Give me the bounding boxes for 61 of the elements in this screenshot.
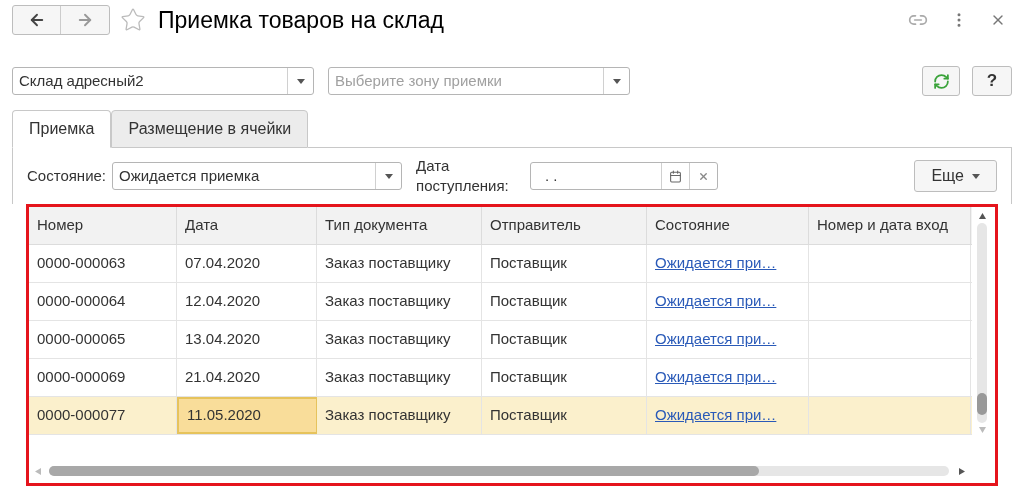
- table-cell: 21.04.2020: [177, 359, 317, 396]
- status-link[interactable]: Ожидается при…: [647, 359, 809, 396]
- caret-icon: [384, 173, 393, 179]
- window-title: Приемка товаров на склад: [158, 5, 444, 35]
- column-header[interactable]: Состояние: [647, 207, 809, 244]
- help-button[interactable]: ?: [972, 66, 1012, 96]
- date-label: Дата поступления:: [416, 156, 510, 196]
- caret-icon: [972, 173, 980, 179]
- table-row[interactable]: 0000-000064 12.04.2020 Заказ поставщику Поставщик Ожидается при…: [29, 283, 972, 321]
- tab[interactable]: Размещение в ячейки: [111, 110, 309, 148]
- table-cell: 12.04.2020: [177, 283, 317, 320]
- table-cell: 0000-000063: [29, 245, 177, 282]
- table-cell: Поставщик: [482, 397, 647, 434]
- status-link[interactable]: Ожидается при…: [647, 321, 809, 358]
- column-header[interactable]: Отправитель: [482, 207, 647, 244]
- table-cell: Заказ поставщику: [317, 283, 482, 320]
- status-link[interactable]: Ожидается при…: [647, 283, 809, 320]
- star-icon[interactable]: [120, 7, 146, 33]
- table-row[interactable]: 0000-000063 07.04.2020 Заказ поставщику Поставщик Ожидается при…: [29, 245, 972, 283]
- table-row[interactable]: 0000-000069 21.04.2020 Заказ поставщику Поставщик Ожидается при…: [29, 359, 972, 397]
- table-cell: Поставщик: [482, 245, 647, 282]
- table-cell: Заказ поставщику: [317, 245, 482, 282]
- table-cell: 07.04.2020: [177, 245, 317, 282]
- column-header[interactable]: Тип документа: [317, 207, 482, 244]
- caret-icon: [296, 78, 305, 84]
- clear-icon[interactable]: [698, 170, 709, 182]
- scrollbar-thumb[interactable]: [49, 466, 759, 476]
- status-link[interactable]: Ожидается при…: [647, 245, 809, 282]
- status-link[interactable]: Ожидается при…: [647, 397, 809, 434]
- table-row[interactable]: 0000-000077 11.05.2020 Заказ поставщику Поставщик Ожидается при…: [29, 397, 972, 435]
- date-field[interactable]: . .: [530, 162, 718, 190]
- table-cell: Заказ поставщику: [317, 321, 482, 358]
- table-cell: Поставщик: [482, 283, 647, 320]
- warehouse-select[interactable]: Склад адресный2: [12, 67, 314, 95]
- scroll-right-icon[interactable]: [959, 467, 965, 475]
- refresh-icon: [932, 72, 950, 90]
- caret-icon: [612, 78, 621, 84]
- forward-icon: [76, 11, 94, 29]
- table-row[interactable]: 0000-000065 13.04.2020 Заказ поставщику Поставщик Ожидается при…: [29, 321, 972, 359]
- table-cell: 0000-000069: [29, 359, 177, 396]
- column-header[interactable]: Номер и дата вход: [809, 207, 971, 244]
- table-cell: 0000-000065: [29, 321, 177, 358]
- tab[interactable]: Приемка: [12, 110, 112, 148]
- table-cell: 11.05.2020: [177, 397, 317, 434]
- scroll-up-icon[interactable]: [978, 213, 986, 219]
- scrollbar-thumb[interactable]: [977, 393, 987, 415]
- table-cell: Заказ поставщику: [317, 397, 482, 434]
- table-cell: 0000-000064: [29, 283, 177, 320]
- table-cell: Поставщик: [482, 359, 647, 396]
- scroll-left-icon[interactable]: [35, 467, 41, 475]
- column-header[interactable]: Дата: [177, 207, 317, 244]
- state-label: Состояние:: [27, 165, 106, 186]
- state-select[interactable]: Ожидается приемка: [112, 162, 402, 190]
- refresh-button[interactable]: [922, 66, 960, 96]
- calendar-icon[interactable]: [669, 169, 682, 183]
- table-cell: Поставщик: [482, 321, 647, 358]
- table-cell: 13.04.2020: [177, 321, 317, 358]
- column-header[interactable]: Номер: [29, 207, 177, 244]
- table-cell: Заказ поставщику: [317, 359, 482, 396]
- scroll-down-icon[interactable]: [978, 427, 986, 433]
- more-button[interactable]: Еще: [914, 160, 997, 192]
